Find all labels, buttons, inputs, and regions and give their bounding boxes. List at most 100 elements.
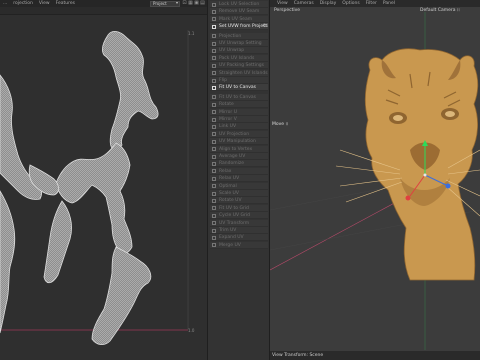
tool-icon <box>212 228 216 233</box>
tiger-head-model <box>335 48 480 281</box>
tool-item-2[interactable]: Mark UV Seam <box>210 15 268 23</box>
uv-menu-item-1[interactable]: rojection <box>10 0 36 7</box>
tool-item-label: Rotate UV <box>219 198 242 204</box>
grid-icon[interactable]: ▦ <box>188 1 193 6</box>
tool-icon <box>212 2 216 7</box>
tool-item-30[interactable]: Trim UV <box>210 227 268 234</box>
tool-icon <box>212 176 216 181</box>
tool-item-8[interactable]: UV Packing Settings <box>210 62 268 70</box>
tool-item-7[interactable]: Pack UV Islands <box>210 54 268 62</box>
tool-item-label: Relax UV <box>219 176 240 182</box>
vp-menu-filter[interactable]: Filter <box>363 0 380 7</box>
tool-item-25[interactable]: Scale UV <box>210 190 268 197</box>
tool-item-29[interactable]: UV Transform <box>210 219 268 227</box>
tool-item-15[interactable]: Mirror V <box>210 116 268 123</box>
gear-icon[interactable]: ⚙ <box>263 23 267 29</box>
tool-item-24[interactable]: Optimal <box>210 182 268 190</box>
tool-item-16[interactable]: Link UV <box>210 123 268 131</box>
tool-item-label: Projection <box>219 33 242 39</box>
tool-item-label: Fit UV to Canvas <box>219 94 256 100</box>
tool-icon <box>212 161 216 166</box>
vp-menu-view[interactable]: View <box>274 0 291 7</box>
tool-item-label: Mirror U <box>219 109 237 115</box>
tool-icon <box>212 124 216 129</box>
tool-item-18[interactable]: UV Manipulation <box>210 138 268 146</box>
tool-item-11[interactable]: Fit UV to Canvas <box>210 84 268 92</box>
tool-item-label: UV Projection <box>219 131 250 137</box>
tool-item-31[interactable]: Expand UV <box>210 234 268 242</box>
tool-icon <box>212 221 216 226</box>
tool-item-label: Align to Vertex <box>219 146 253 152</box>
camera-label[interactable]: Default Camera ⁝⁝ <box>420 8 460 13</box>
tool-icon <box>212 206 216 211</box>
uv-islands-drawing <box>0 30 189 345</box>
tool-item-label: UV Transform <box>219 220 250 226</box>
uv-tick-top-right: 1.1 <box>188 31 195 36</box>
tool-item-label: UV Unwrap Setting <box>219 41 262 46</box>
uv-tick-bottom-right: 1.0 <box>188 328 195 333</box>
tool-item-label: Randomize <box>219 161 245 167</box>
viewport-3d[interactable]: View Cameras Display Options Filter Pane… <box>270 0 480 360</box>
tool-item-4[interactable]: Projection <box>210 32 268 40</box>
vp-menu-cameras[interactable]: Cameras <box>291 0 317 7</box>
tool-item-label: UV Manipulation <box>219 139 256 145</box>
uv-canvas[interactable]: 1.1 1.0 <box>0 15 207 360</box>
tool-item-13[interactable]: Rotate <box>210 101 268 109</box>
tool-item-28[interactable]: Cycle UV Grid <box>210 212 268 220</box>
tool-icon <box>212 213 216 218</box>
tool-item-label: Link UV <box>219 124 237 130</box>
uv-menu-item-0[interactable]: ... <box>0 0 10 7</box>
lock-icon[interactable]: ⊡ <box>182 1 187 6</box>
tool-icon <box>212 71 216 76</box>
more-icon[interactable]: ▤ <box>200 1 205 6</box>
uv-editor-panel: ... rojection View Features Project ⊡ ▦ … <box>0 0 207 360</box>
tool-item-21[interactable]: Randomize <box>210 160 268 168</box>
tool-icon <box>212 78 216 83</box>
tool-item-1[interactable]: Remove UV Seam <box>210 8 268 16</box>
tool-item-19[interactable]: Align to Vertex <box>210 145 268 153</box>
tool-item-27[interactable]: Fit UV to Grid <box>210 204 268 212</box>
tool-item-label: Optimal <box>219 183 237 189</box>
tool-item-20[interactable]: Average UV <box>210 153 268 160</box>
tool-item-9[interactable]: Straighten UV Islands <box>210 69 268 77</box>
tool-item-0[interactable]: Lock UV Selection <box>210 1 268 8</box>
tool-item-label: Flip <box>219 78 227 83</box>
vp-menu-options[interactable]: Options <box>339 0 362 7</box>
uv-island-upper-right <box>101 31 159 152</box>
tool-item-5[interactable]: UV Unwrap Setting <box>210 40 268 47</box>
tool-icon <box>212 139 216 144</box>
tool-icon <box>212 41 216 46</box>
tool-icon <box>212 191 216 196</box>
uv-tools-panel: Lock UV Selection Remove UV Seam Mark UV S… <box>207 0 270 360</box>
tool-item-3[interactable]: Set UVW from Projection⚙ <box>210 23 268 31</box>
tool-item-label: Fit UV to Canvas <box>219 85 256 91</box>
tool-item-12[interactable]: Fit UV to Canvas <box>210 93 268 101</box>
tool-item-label: UV Packing Settings <box>219 63 264 69</box>
tool-item-22[interactable]: Relax <box>210 167 268 175</box>
tool-item-10[interactable]: Flip <box>210 77 268 84</box>
project-select[interactable]: Project <box>150 0 180 7</box>
uv-menu-item-2[interactable]: View <box>36 0 53 7</box>
settings-icon[interactable]: ▣ <box>194 1 199 6</box>
projection-label[interactable]: Perspective <box>274 8 300 13</box>
tool-icon <box>212 184 216 189</box>
tool-item-6[interactable]: UV Unwrap <box>210 47 268 55</box>
tool-icon <box>212 63 216 68</box>
move-tool-label[interactable]: Move ⁝⁝ <box>272 122 288 127</box>
tool-item-26[interactable]: Rotate UV <box>210 197 268 205</box>
vp-menu-display[interactable]: Display <box>317 0 340 7</box>
tool-icon <box>212 102 216 107</box>
tool-icon <box>212 34 216 39</box>
tool-item-32[interactable]: Merge UV <box>210 241 268 249</box>
tool-icon <box>212 85 216 90</box>
tool-icon <box>212 198 216 203</box>
vp-menu-panel[interactable]: Panel <box>380 0 398 7</box>
tool-item-17[interactable]: UV Projection <box>210 130 268 138</box>
tool-item-14[interactable]: Mirror U <box>210 108 268 116</box>
tool-item-label: Pack UV Islands <box>219 55 255 61</box>
status-bar: View Transform: Scene <box>270 351 480 360</box>
uv-island-bottom-center <box>43 200 72 284</box>
uv-menu-item-3[interactable]: Features <box>53 0 78 7</box>
tool-icon <box>212 17 216 22</box>
tool-item-23[interactable]: Relax UV <box>210 175 268 183</box>
